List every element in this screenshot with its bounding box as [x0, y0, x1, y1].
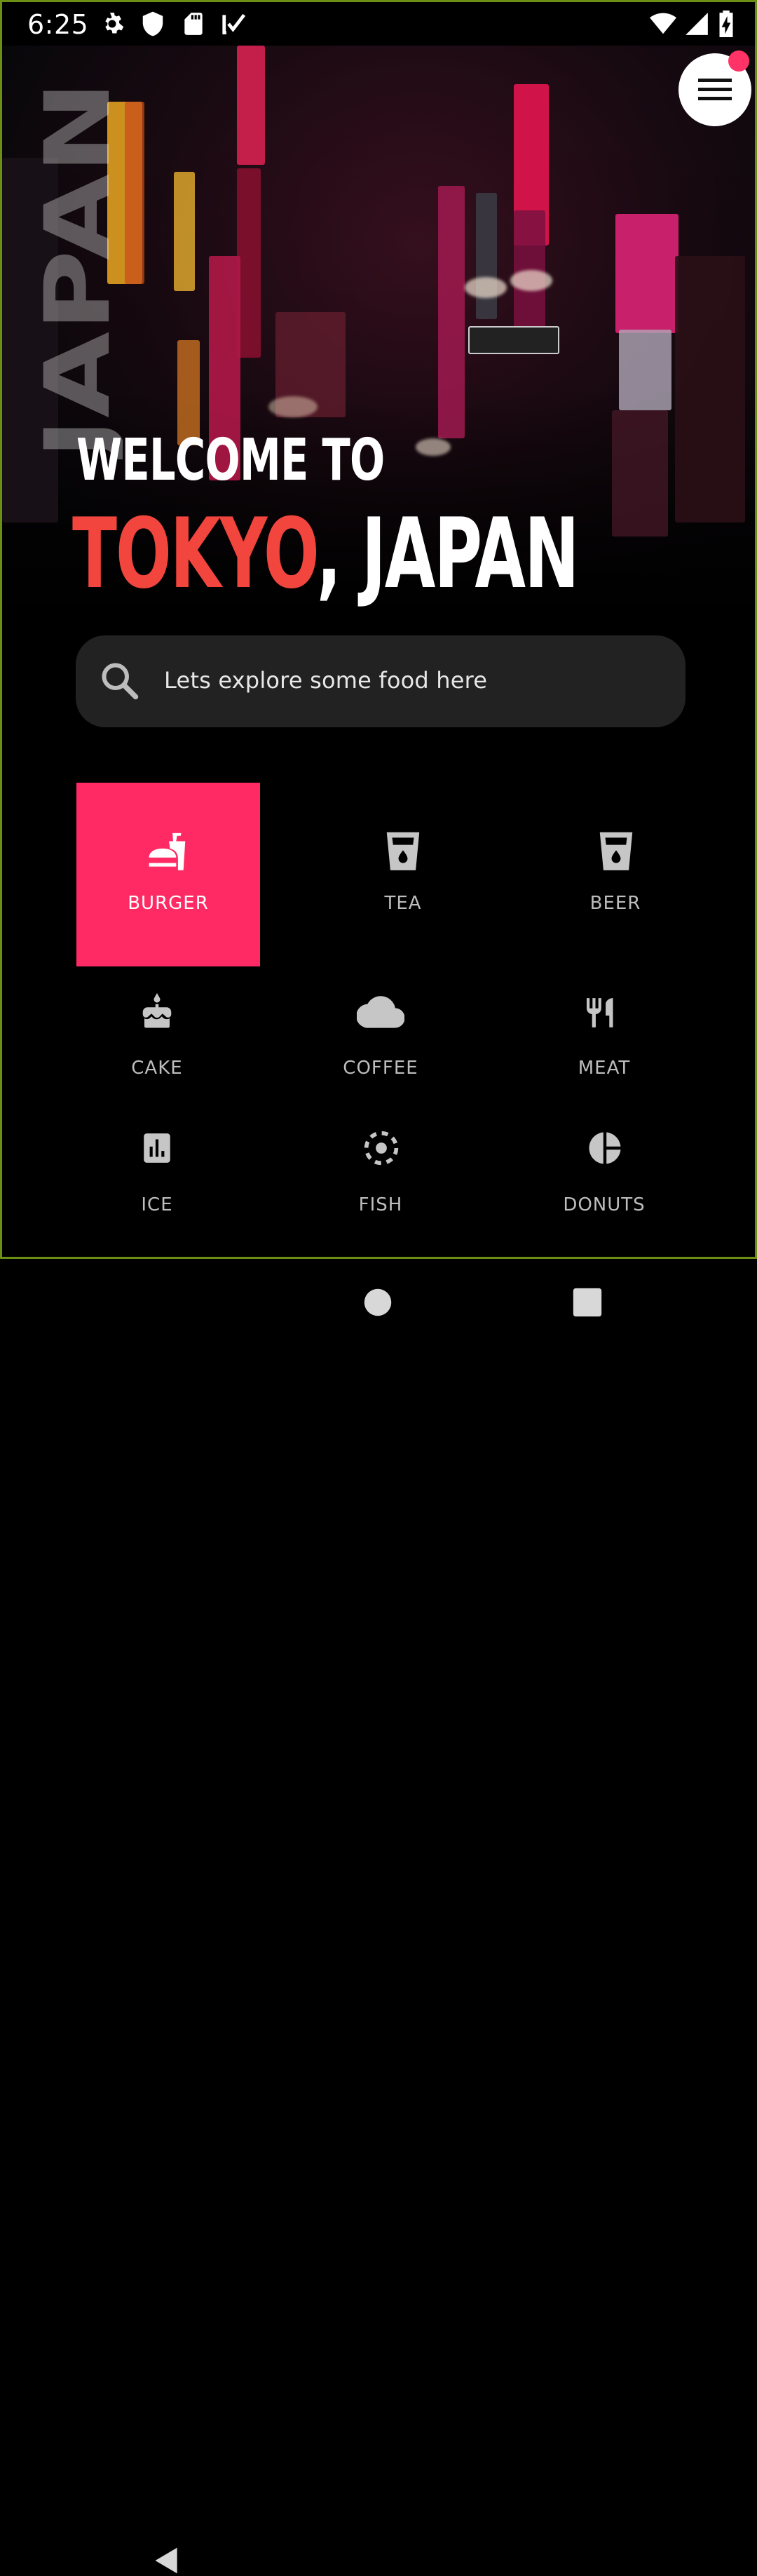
street-sign — [468, 326, 559, 354]
cloud-icon — [357, 996, 404, 1028]
street-lamp — [268, 396, 318, 417]
category-label: ICE — [141, 1194, 173, 1215]
category-ice[interactable]: ICE — [73, 1121, 241, 1226]
category-label: BURGER — [128, 893, 209, 914]
street-sign — [615, 214, 678, 333]
search-input[interactable]: Lets explore some food here — [164, 667, 487, 694]
fork-knife-icon — [587, 998, 613, 1027]
shield-icon — [142, 11, 163, 36]
category-burger[interactable]: BURGER — [76, 783, 260, 966]
sd-card-icon — [184, 13, 203, 35]
cup-icon — [599, 832, 633, 870]
app-screen: 6:25 JAPAN WELCOME TO TOKYO, JAPAN Lets … — [0, 0, 757, 1259]
hamburger-menu-icon — [698, 79, 732, 100]
category-cake[interactable]: CAKE — [73, 984, 241, 1089]
gear-icon — [105, 13, 124, 34]
street-sign — [476, 193, 497, 319]
pie-chart-icon — [589, 1132, 621, 1164]
country-label: JAPAN — [361, 497, 580, 610]
welcome-heading: WELCOME TO — [76, 427, 385, 494]
vertical-japan-watermark: JAPAN — [39, 81, 123, 459]
category-label: BEER — [589, 893, 641, 914]
street-sign — [612, 410, 668, 537]
street-lamp — [465, 277, 507, 298]
category-label: COFFEE — [343, 1058, 418, 1079]
category-beer[interactable]: BEER — [531, 783, 700, 966]
search-icon[interactable] — [99, 660, 141, 702]
title-separator: , — [316, 497, 362, 610]
street-lamp — [510, 270, 552, 291]
cup-icon — [386, 832, 420, 870]
battery-charging-icon — [719, 11, 733, 37]
recents-icon[interactable] — [572, 1287, 603, 1318]
home-icon[interactable] — [363, 1288, 393, 1317]
street-sign — [237, 46, 265, 165]
burger-drink-icon — [149, 832, 186, 870]
category-meat[interactable]: MEAT — [520, 984, 688, 1089]
category-tea[interactable]: TEA — [319, 783, 487, 966]
status-bar: 6:25 — [2, 2, 755, 46]
street-sign — [438, 186, 465, 438]
svg-text:JAPAN: JAPAN — [39, 81, 123, 459]
category-coffee[interactable]: COFFEE — [296, 984, 465, 1089]
street-sign — [174, 172, 195, 291]
destination-title: TOKYO, JAPAN — [72, 506, 580, 602]
cake-icon — [142, 993, 172, 1028]
cell-signal-icon — [686, 13, 708, 35]
category-donuts[interactable]: DONUTS — [520, 1121, 688, 1226]
status-time: 6:25 — [27, 9, 89, 40]
building-wall — [675, 256, 745, 522]
dotted-circle-icon — [364, 1131, 399, 1166]
download-check-icon — [222, 13, 246, 35]
notification-badge — [728, 50, 749, 72]
city-name: TOKYO — [72, 497, 318, 610]
back-icon[interactable] — [151, 2545, 182, 2576]
category-label: MEAT — [578, 1058, 631, 1079]
street-lamp — [416, 438, 451, 456]
category-label: CAKE — [131, 1058, 183, 1079]
street-sign — [237, 168, 261, 358]
category-label: FISH — [358, 1194, 403, 1215]
street-sign — [619, 330, 671, 410]
wifi-icon — [650, 13, 676, 34]
category-fish[interactable]: FISH — [296, 1121, 465, 1226]
country-name: , JAPAN — [316, 497, 580, 610]
category-label: TEA — [384, 893, 422, 914]
street-sign — [125, 102, 144, 284]
bar-chart-icon — [144, 1133, 170, 1163]
category-label: DONUTS — [563, 1194, 646, 1215]
